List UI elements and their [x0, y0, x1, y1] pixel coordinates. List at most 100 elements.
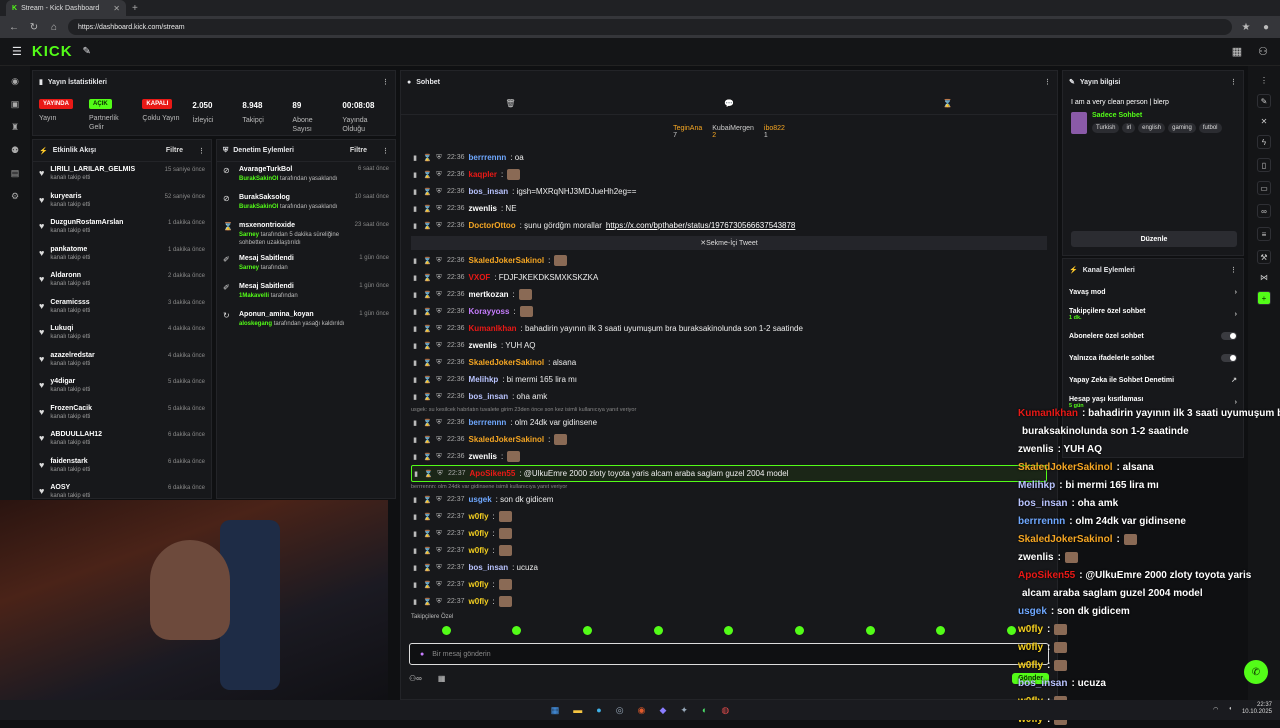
moderation-item[interactable]: ↻ Aponun_amina_koyan aloskegang tarafından…	[217, 307, 395, 335]
trash-icon[interactable]: ▮	[411, 547, 419, 555]
trash-icon[interactable]: ▮	[411, 171, 419, 179]
timeout-icon[interactable]: ⌛	[423, 513, 432, 521]
message-user[interactable]: Korayyoss	[469, 307, 510, 316]
channel-action[interactable]: Yavaş mod ›	[1063, 281, 1243, 303]
trash-icon[interactable]: ▮	[411, 376, 419, 384]
moderation-item[interactable]: ⊘ AvarageTurkBol BurakSakinOl tarafından y…	[217, 162, 395, 190]
activity-user[interactable]: Ceramicsss	[50, 299, 90, 306]
chat-message[interactable]: ▮ ⌛ ⛨ 22:36 SkaledJokerSakinol:	[411, 431, 1047, 448]
tag[interactable]: gaming	[1168, 123, 1196, 133]
ban-icon[interactable]: ⛨	[435, 598, 443, 606]
ban-icon[interactable]: ⛨	[435, 342, 443, 350]
chat-message[interactable]: ▮ ⌛ ⛨ 22:36 zwenlis: YUH AQ	[411, 337, 1047, 354]
chat-message[interactable]: ▮ ⌛ ⛨ 22:37 usgek: son dk gidicem	[411, 491, 1047, 508]
emote-icon[interactable]	[865, 625, 875, 635]
channel-action[interactable]: Abonelere özel sohbet	[1063, 325, 1243, 347]
timeout-icon[interactable]: ⌛	[423, 598, 432, 606]
ban-icon[interactable]: ⛨	[435, 530, 443, 538]
message-link[interactable]: https://x.com/bpthaber/status/1976730566…	[606, 221, 795, 230]
emote-icon[interactable]	[653, 625, 663, 635]
timeout-icon[interactable]: ⌛	[423, 453, 432, 461]
dashboard-icon[interactable]: ▣	[11, 99, 20, 110]
chat-fab-icon[interactable]: ✆	[1244, 660, 1268, 684]
activity-item[interactable]: ♥ azazelredstar kanalı takip etti 4 dakika …	[39, 352, 205, 379]
message-user[interactable]: w0fly	[469, 597, 489, 606]
chat-message[interactable]: ▮ ⌛ ⛨ 22:36 SkaledJokerSakinol: alsana	[411, 354, 1047, 371]
trash-icon[interactable]: ▮	[411, 205, 419, 213]
emote-icon[interactable]	[724, 625, 734, 635]
activity-user[interactable]: kuryearis	[50, 193, 90, 200]
emote-icon[interactable]	[583, 625, 593, 635]
new-tab-icon[interactable]: +	[132, 3, 138, 14]
ban-icon[interactable]: ⛨	[435, 171, 443, 179]
ban-icon[interactable]: ⛨	[435, 291, 443, 299]
activity-user[interactable]: ABDUULLAH12	[50, 431, 102, 438]
emote-icon[interactable]	[512, 625, 522, 635]
toggle-switch[interactable]	[1221, 332, 1237, 340]
trash-icon[interactable]: ▮	[411, 496, 419, 504]
message-user[interactable]: bos_insan	[469, 392, 509, 401]
stream-icon[interactable]: ◉	[11, 76, 19, 87]
timeout-icon[interactable]: ⌛	[423, 308, 432, 316]
chat-menu-icon[interactable]: ⋮	[1044, 78, 1051, 86]
timeout-icon[interactable]: ⌛	[423, 436, 432, 444]
emote-icon[interactable]	[936, 625, 946, 635]
activity-user[interactable]: azazelredstar	[50, 352, 94, 359]
whatsapp-icon[interactable]: ◐	[702, 705, 707, 715]
activity-item[interactable]: ♥ Aldaronn kanalı takip etti 2 dakika önce	[39, 272, 205, 299]
timeout-icon[interactable]: ⌛	[424, 470, 433, 478]
ban-icon[interactable]: ⛨	[435, 393, 443, 401]
obs-icon[interactable]: ◉	[638, 705, 646, 716]
steam-icon[interactable]: ◎	[616, 705, 624, 716]
trash-icon[interactable]: 🗑	[505, 99, 515, 108]
actions-menu-icon[interactable]: ⋮	[1230, 266, 1237, 274]
ban-icon[interactable]: ⛨	[435, 325, 443, 333]
back-icon[interactable]: ←	[8, 22, 20, 33]
chat-message[interactable]: ▮ ⌛ ⛨ 22:36 bos_insan: igsh=MXRqNHJ3MDJueHh2…	[411, 183, 1047, 200]
timeout-icon[interactable]: ⌛	[423, 274, 432, 282]
stats-menu-icon[interactable]: ⋮	[382, 78, 389, 86]
message-user[interactable]: zwenlis	[469, 452, 497, 461]
chat-message[interactable]: ▮ ⌛ ⛨ 22:36 kaqpler:	[411, 166, 1047, 183]
chat-message[interactable]: ▮ ⌛ ⛨ 22:37 w0fly:	[411, 508, 1047, 525]
link-icon[interactable]: ∞	[1257, 204, 1271, 218]
ban-icon[interactable]: ⛨	[435, 154, 443, 162]
message-user[interactable]: Melihkp	[469, 375, 499, 384]
ban-icon[interactable]: ⛨	[435, 376, 443, 384]
moderation-menu-icon[interactable]: ⋮	[382, 147, 389, 155]
activity-item[interactable]: ♥ FrozenCacik kanalı takip etti 5 dakika ön…	[39, 405, 205, 432]
activity-item[interactable]: ♥ faidenstark kanalı takip etti 6 dakika ön…	[39, 458, 205, 485]
close-icon[interactable]: ✕	[1261, 117, 1268, 126]
timeout-icon[interactable]: ⌛	[423, 188, 432, 196]
timeout-icon[interactable]: ⌛	[423, 564, 432, 572]
timeout-icon[interactable]: ⌛	[423, 342, 432, 350]
ban-icon[interactable]: ⛨	[435, 308, 443, 316]
chat-input[interactable]: ● Bir mesaj gönderin	[409, 643, 1049, 665]
menu-icon[interactable]: ☰	[12, 45, 22, 58]
activity-item[interactable]: ♥ ABDUULLAH12 kanalı takip etti 6 dakika ön…	[39, 431, 205, 458]
category-name[interactable]: Sadece Sohbet	[1092, 112, 1222, 119]
share-icon[interactable]: ⋈	[1260, 273, 1268, 282]
hourglass-icon[interactable]: ⌛	[943, 99, 953, 108]
message-user[interactable]: bos_insan	[469, 187, 509, 196]
trash-icon[interactable]: ▮	[411, 359, 419, 367]
chat-message[interactable]: ▮ ⌛ ⛨ 22:36 DoctorOttoo: şunu gördğm moralla…	[411, 217, 1047, 234]
trash-icon[interactable]: ▮	[411, 291, 419, 299]
ban-icon[interactable]: ⛨	[436, 470, 444, 478]
gifter-third[interactable]: ibo822 1	[764, 125, 785, 139]
toggle-switch[interactable]	[1221, 354, 1237, 362]
trash-icon[interactable]: ▮	[411, 436, 419, 444]
emote-icon[interactable]	[441, 625, 451, 635]
activity-user[interactable]: Aldaronn	[50, 272, 90, 279]
trash-icon[interactable]: ▮	[411, 530, 419, 538]
message-user[interactable]: w0fly	[469, 580, 489, 589]
browser-tab[interactable]: K Stream - Kick Dashboard ✕	[6, 0, 126, 16]
chat-message[interactable]: ▮ ⌛ ⛨ 22:36 berrrennn: oa	[411, 149, 1047, 166]
chat-message[interactable]: ▮ ⌛ ⛨ 22:37 ApoSiken55: @UlkuEmre 2000 zloty…	[411, 465, 1047, 482]
document-icon[interactable]: ▯	[1257, 158, 1271, 172]
activity-item[interactable]: ♥ y4digar kanalı takip etti 5 dakika önce	[39, 378, 205, 405]
timeout-icon[interactable]: ⌛	[423, 581, 432, 589]
chat-message[interactable]: ▮ ⌛ ⛨ 22:36 Korayyoss:	[411, 303, 1047, 320]
activity-item[interactable]: ♥ Lukuqi kanalı takip etti 4 dakika önce	[39, 325, 205, 352]
layout-icon[interactable]: ▦	[1232, 45, 1242, 58]
